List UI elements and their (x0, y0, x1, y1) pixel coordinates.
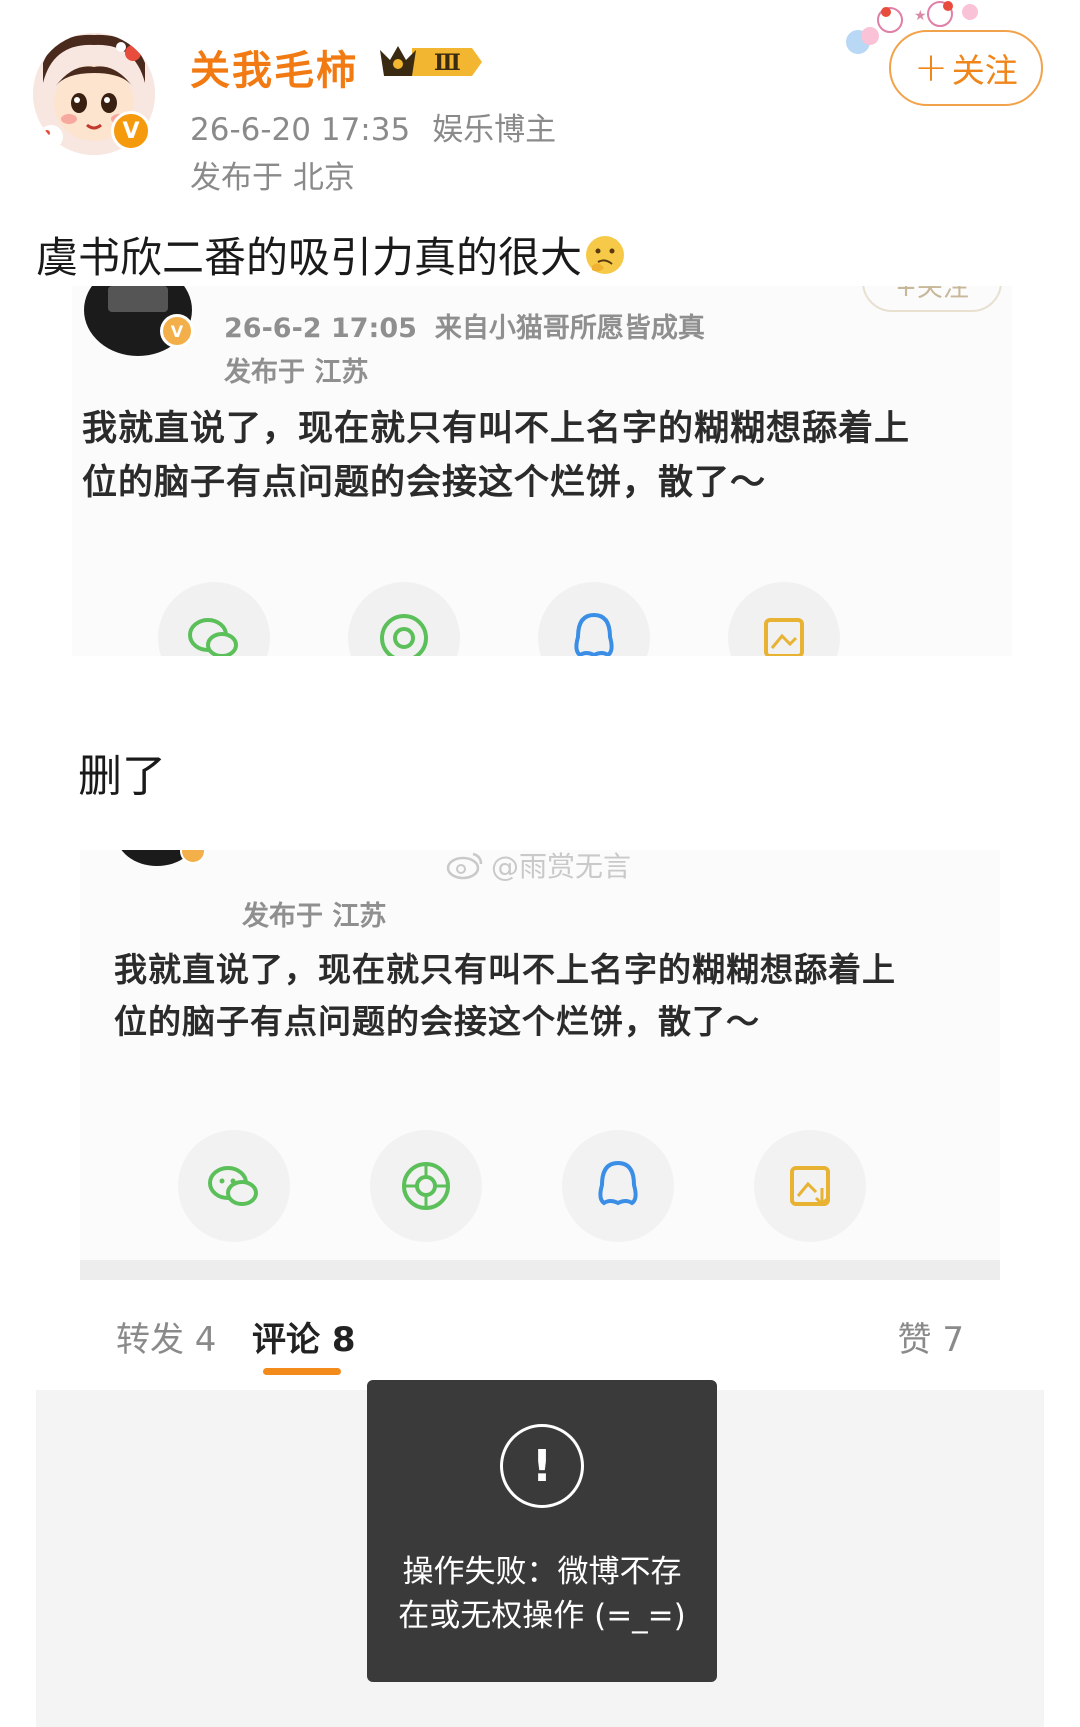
quoted-source: 来自小猫哥所愿皆成真 (434, 313, 705, 344)
toast-line: 操作失败：微博不存 (402, 1554, 682, 1590)
deleted-caption: 删了 (78, 751, 166, 802)
moments-share-icon (348, 582, 460, 656)
post-timestamp: 26-6-20 17:35 (190, 112, 411, 148)
quoted-text-line: 位的脑子有点问题的会接这个烂饼，散了～ (82, 463, 767, 503)
quoted-text-line: 我就直说了，现在就只有叫不上名字的糊糊想舔着上 (114, 950, 896, 989)
divider (80, 1260, 1000, 1280)
quoted-post-text: 我就直说了，现在就只有叫不上名字的糊糊想舔着上 位的脑子有点问题的会接这个烂饼，… (82, 402, 1002, 510)
quoted-post-text: 我就直说了，现在就只有叫不上名字的糊糊想舔着上 位的脑子有点问题的会接这个烂饼，… (114, 944, 974, 1048)
toast-line: 在或无权操作 (=_=) (398, 1598, 686, 1634)
quoted-text-line: 我就直说了，现在就只有叫不上名字的糊糊想舔着上 (82, 409, 911, 449)
plus-icon: + (914, 45, 948, 91)
verified-icon: V (111, 111, 151, 151)
quoted-timestamp: 26-6-2 17:05 (224, 313, 417, 344)
moments-share-icon (370, 1130, 482, 1242)
post-text: 虞书欣二番的吸引力真的很大 (36, 224, 626, 285)
exclamation-icon: ! (500, 1424, 584, 1508)
page: V 关我毛柿 Ⅲ 26-6-20 17:35 娱乐博主 发布于 北京 ★ + 关注… (0, 0, 1080, 1727)
tab-comments[interactable]: 评论 8 (252, 1312, 356, 1361)
svg-text:Ⅲ: Ⅲ (434, 50, 461, 76)
quoted-location: 发布于 江苏 (224, 357, 369, 388)
svg-text:★: ★ (914, 8, 927, 24)
tab-likes[interactable]: 赞 7 (898, 1312, 964, 1361)
save-image-icon (728, 582, 840, 656)
qq-share-icon (562, 1130, 674, 1242)
wechat-share-icon (178, 1130, 290, 1242)
active-tab-indicator (263, 1368, 341, 1375)
author-name[interactable]: 关我毛柿 (190, 38, 358, 96)
member-crown-icon[interactable]: Ⅲ (376, 40, 486, 84)
post-text-content: 虞书欣二番的吸引力真的很大 (36, 233, 583, 282)
post-meta: 26-6-20 17:35 娱乐博主 (190, 104, 556, 149)
error-toast: ! 操作失败：微博不存 在或无权操作 (=_=) (367, 1380, 717, 1682)
tab-repost[interactable]: 转发 4 (116, 1312, 216, 1361)
quoted-post-meta: 26-6-2 17:05 来自小猫哥所愿皆成真 (224, 306, 705, 345)
wechat-share-icon (158, 582, 270, 656)
weibo-logo-icon (446, 852, 483, 880)
follow-button-label: 关注 (951, 51, 1018, 90)
quoted-follow-button: +关注 (862, 286, 1002, 312)
quoted-text-line: 位的脑子有点问题的会接这个烂饼，散了～ (114, 1002, 760, 1041)
verified-icon: V (160, 314, 194, 348)
quoted-location: 发布于 江苏 (242, 901, 387, 932)
quoted-screenshot-1: V +关注 26-6-2 17:05 来自小猫哥所愿皆成真 发布于 江苏 我就直说… (72, 286, 1012, 656)
qq-share-icon (538, 582, 650, 656)
save-image-icon (754, 1130, 866, 1242)
thinking-emoji-icon (586, 235, 625, 274)
quoted-screenshot-2: 发布于 江苏 我就直说了，现在就只有叫不上名字的糊糊想舔着上 位的脑子有点问题的… (80, 850, 1000, 1280)
toast-message: 操作失败：微博不存 在或无权操作 (=_=) (387, 1550, 697, 1638)
post-tabs: 转发 4 评论 8 赞 7 (80, 1290, 1000, 1380)
post-location: 发布于 北京 (190, 160, 355, 196)
verified-icon (180, 850, 206, 864)
author-category: 娱乐博主 (432, 112, 557, 148)
watermark-text: @雨赏无言 (491, 850, 632, 883)
follow-button[interactable]: + 关注 (889, 30, 1043, 106)
weibo-watermark: @雨赏无言 (445, 845, 631, 885)
